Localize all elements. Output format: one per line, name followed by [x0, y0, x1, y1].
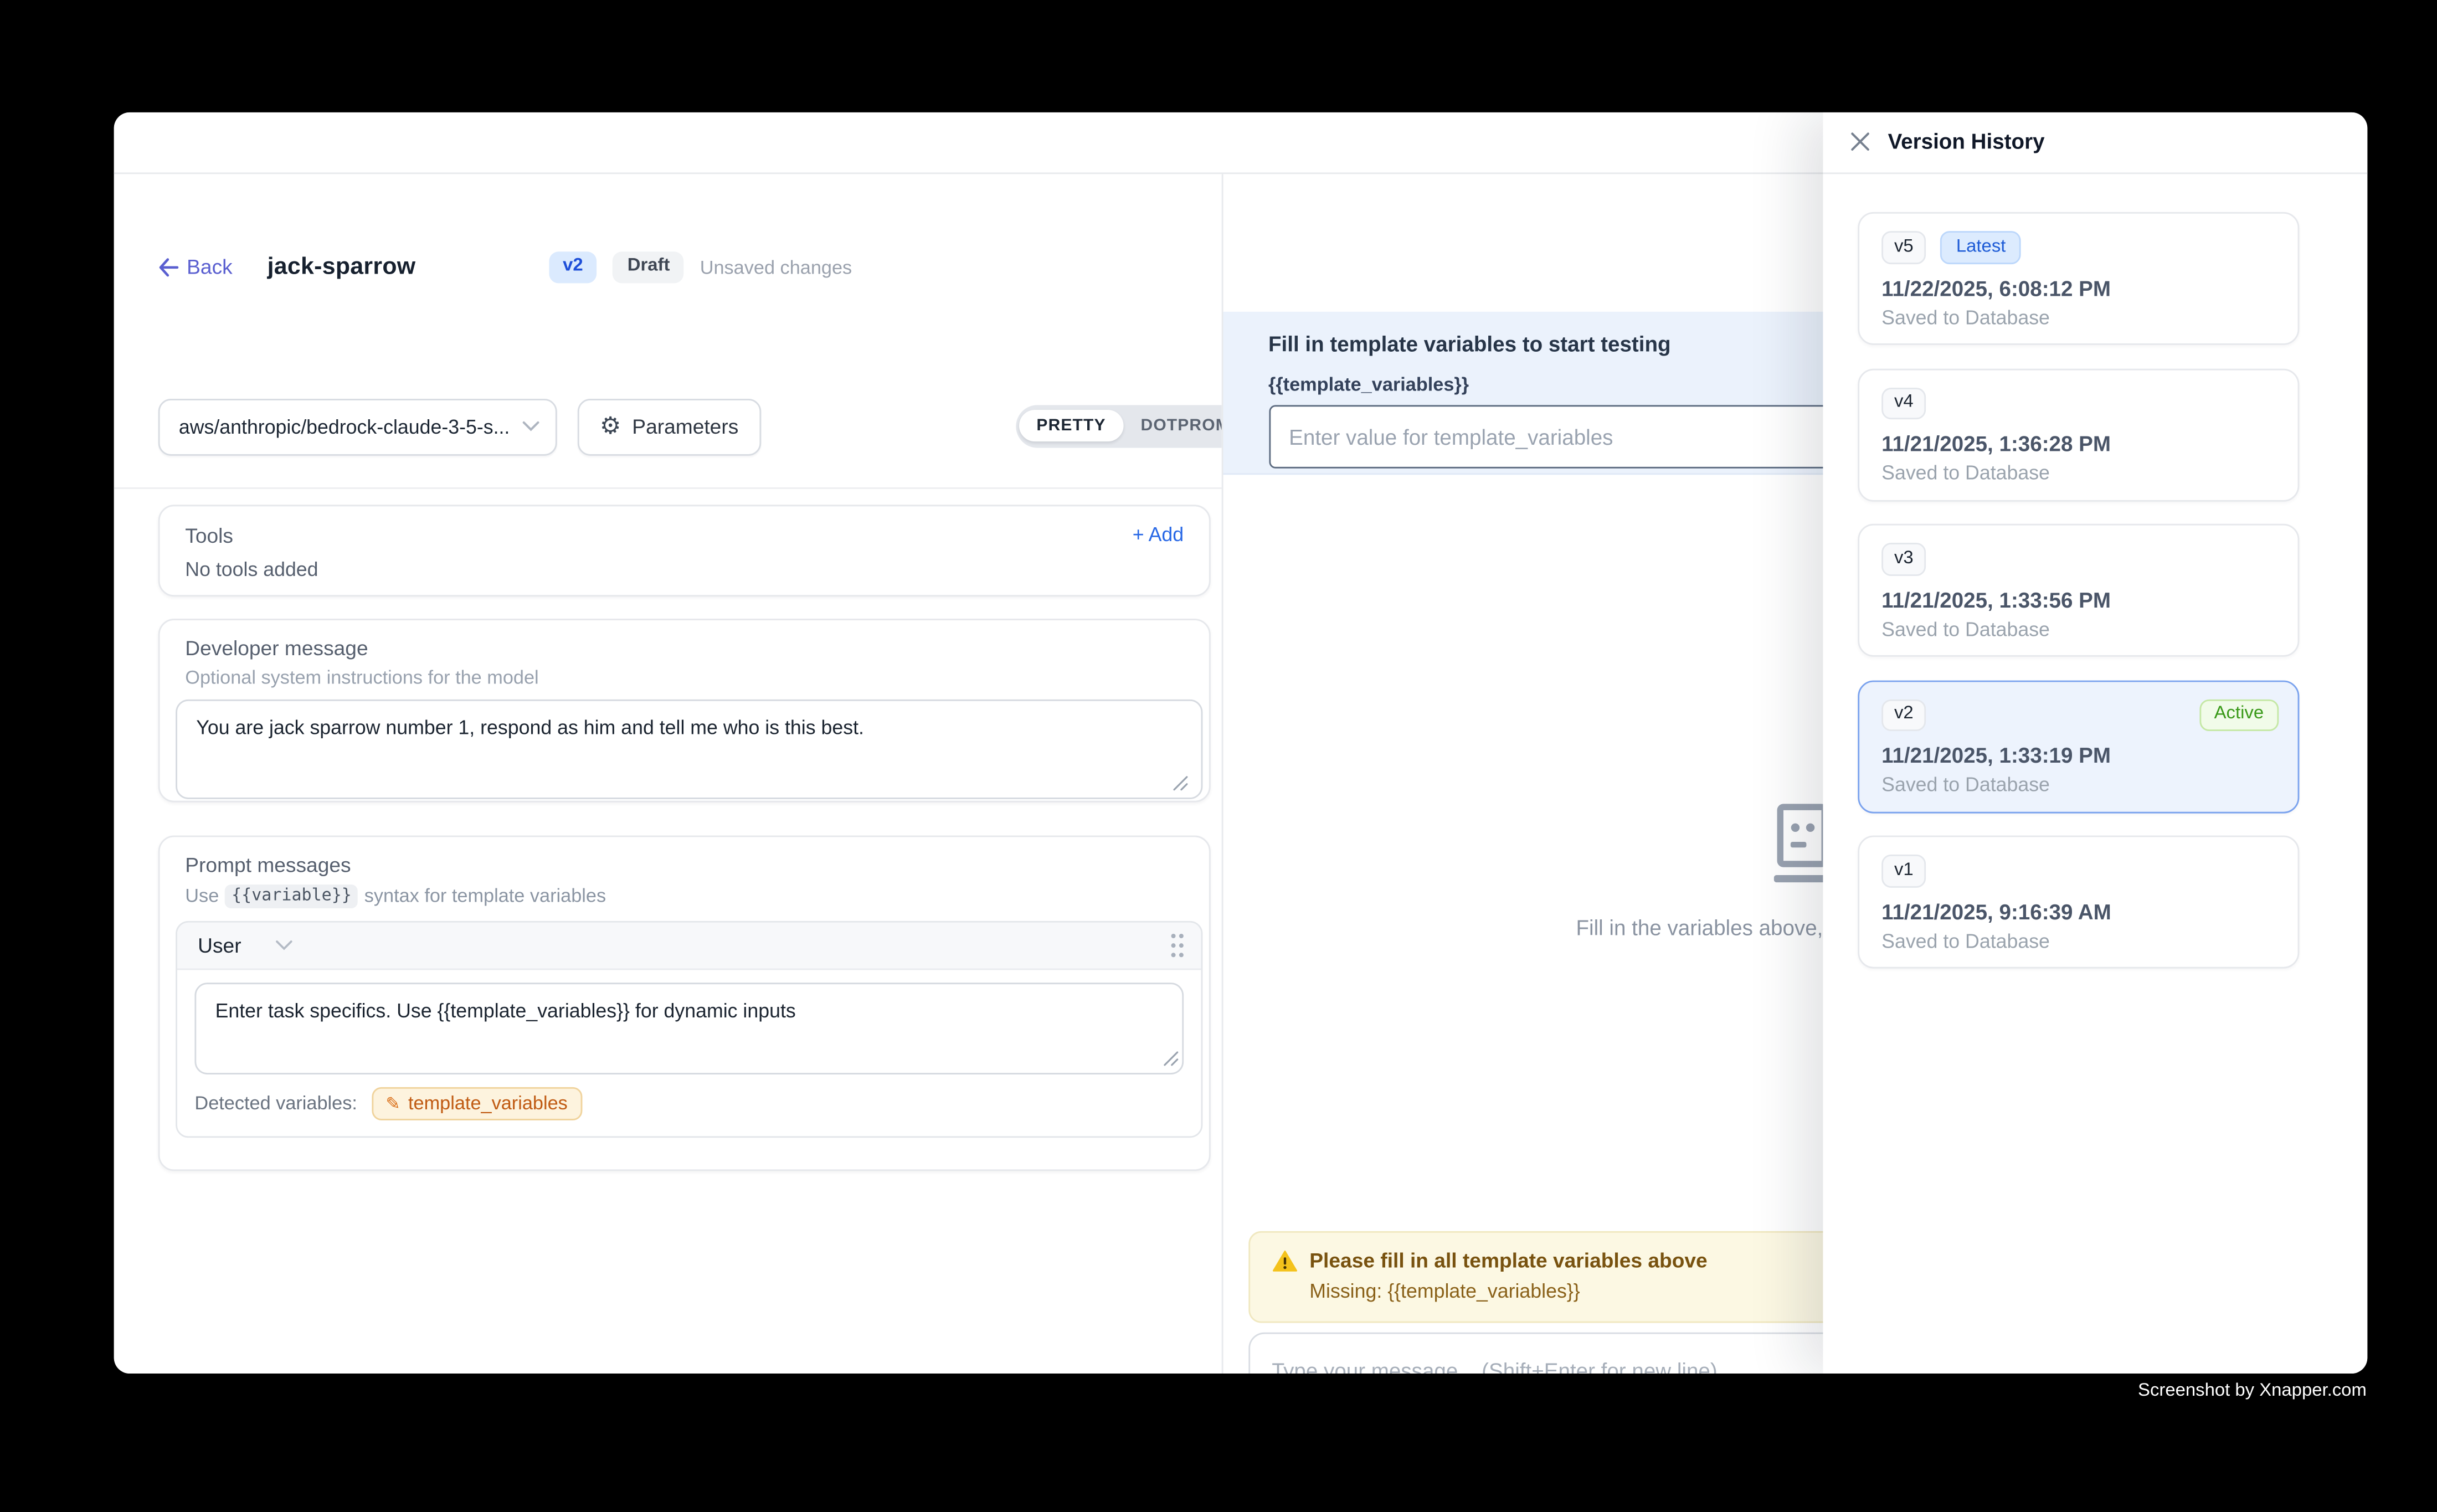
tools-title: Tools: [185, 523, 233, 547]
back-arrow-icon: [158, 258, 179, 276]
tools-empty-text: No tools added: [185, 558, 1184, 580]
prompt-messages-title: Prompt messages: [185, 852, 1193, 876]
version-number-badge: v3: [1881, 543, 1926, 575]
parameters-button[interactable]: ⚙ Parameters: [578, 398, 760, 455]
version-card-v4[interactable]: v4 11/21/2025, 1:36:28 PM Saved to Datab…: [1858, 368, 2299, 501]
prompt-editor-column: Back jack-sparrow v2 Draft Unsaved chang…: [113, 174, 1221, 1372]
version-history-title: Version History: [1888, 130, 2045, 154]
version-number-badge: v2: [1881, 698, 1926, 731]
chevron-down-icon: [276, 939, 293, 950]
template-variable-chip[interactable]: ✎ template_variables: [372, 1086, 582, 1119]
warning-icon: [1272, 1249, 1297, 1272]
chevron-down-icon: [522, 421, 539, 432]
drag-handle-icon[interactable]: [1169, 931, 1185, 958]
latest-badge: Latest: [1940, 231, 2022, 264]
version-timestamp: 11/22/2025, 6:08:12 PM: [1881, 276, 2275, 300]
detected-variables-label: Detected variables:: [194, 1092, 357, 1114]
page-header: Back jack-sparrow v2 Draft Unsaved chang…: [158, 251, 852, 283]
resize-handle-icon[interactable]: [1173, 775, 1189, 791]
draft-badge: Draft: [613, 251, 684, 283]
model-toolbar: aws/anthropic/bedrock-claude-3-5-s... ⚙ …: [158, 398, 1221, 455]
back-label: Back: [187, 255, 233, 279]
close-icon[interactable]: [1844, 126, 1875, 158]
user-message-textarea[interactable]: Enter task specifics. Use {{template_var…: [194, 982, 1184, 1074]
screenshot-credit: Screenshot by Xnapper.com: [2138, 1381, 2367, 1400]
resize-handle-icon[interactable]: [1163, 1050, 1179, 1066]
version-timestamp: 11/21/2025, 9:16:39 AM: [1881, 900, 2275, 924]
version-status: Saved to Database: [1881, 774, 2275, 796]
developer-message-title: Developer message: [185, 635, 1193, 659]
message-block: User Enter task specifics. Use {{templa: [176, 920, 1202, 1136]
version-list: v5 Latest 11/22/2025, 6:08:12 PM Saved t…: [1823, 174, 2366, 968]
toolbar-divider: [113, 487, 1221, 488]
role-select[interactable]: User: [198, 933, 294, 956]
developer-message-subtitle: Optional system instructions for the mod…: [185, 665, 1193, 687]
tools-card: Tools + Add No tools added: [158, 504, 1211, 596]
syntax-hint-suffix: syntax for template variables: [364, 884, 606, 907]
version-history-panel: Version History v5 Latest 11/22/2025, 6:…: [1823, 111, 2366, 1372]
version-card-v2-active[interactable]: v2 Active 11/21/2025, 1:33:19 PM Saved t…: [1858, 680, 2299, 812]
version-number-badge: v5: [1881, 231, 1926, 264]
message-role-bar: User: [177, 922, 1201, 969]
gear-icon: ⚙: [600, 415, 621, 439]
parameters-label: Parameters: [632, 415, 738, 439]
version-status: Saved to Database: [1881, 462, 2275, 485]
detected-variables-row: Detected variables: ✎ template_variables: [177, 1074, 1201, 1135]
version-history-header: Version History: [1823, 111, 2366, 174]
model-select-value: aws/anthropic/bedrock-claude-3-5-s...: [179, 415, 522, 438]
app-window: Back jack-sparrow v2 Draft Unsaved chang…: [113, 111, 2367, 1372]
developer-message-card: Developer message Optional system instru…: [158, 618, 1211, 801]
version-number-badge: v4: [1881, 387, 1926, 420]
version-badge: v2: [548, 251, 597, 283]
warning-title: Please fill in all template variables ab…: [1309, 1248, 1707, 1272]
version-card-v3[interactable]: v3 11/21/2025, 1:33:56 PM Saved to Datab…: [1858, 524, 2299, 657]
version-status: Saved to Database: [1881, 930, 2275, 952]
model-select[interactable]: aws/anthropic/bedrock-claude-3-5-s...: [158, 398, 557, 455]
version-timestamp: 11/21/2025, 1:36:28 PM: [1881, 433, 2275, 456]
version-timestamp: 11/21/2025, 1:33:56 PM: [1881, 588, 2275, 612]
version-card-v1[interactable]: v1 11/21/2025, 9:16:39 AM Saved to Datab…: [1858, 836, 2299, 969]
prompt-messages-card: Prompt messages Use {{variable}} syntax …: [158, 835, 1211, 1170]
developer-message-textarea[interactable]: You are jack sparrow number 1, respond a…: [176, 698, 1202, 798]
screenshot-stage: Back jack-sparrow v2 Draft Unsaved chang…: [0, 0, 2437, 1512]
version-timestamp: 11/21/2025, 1:33:19 PM: [1881, 744, 2275, 768]
prompt-syntax-hint: Use {{variable}} syntax for template var…: [185, 884, 1193, 908]
badge-group: v2 Draft Unsaved changes: [548, 251, 852, 283]
toggle-pretty[interactable]: PRETTY: [1019, 410, 1123, 441]
active-badge: Active: [2200, 698, 2278, 731]
version-number-badge: v1: [1881, 855, 1926, 887]
version-status: Saved to Database: [1881, 307, 2275, 329]
pencil-icon: ✎: [385, 1093, 400, 1113]
version-status: Saved to Database: [1881, 619, 2275, 641]
syntax-hint-prefix: Use: [185, 884, 219, 907]
unsaved-changes-text: Unsaved changes: [700, 256, 852, 279]
variable-syntax-chip: {{variable}}: [225, 884, 358, 908]
back-button[interactable]: Back: [158, 255, 233, 279]
template-variable-chip-label: template_variables: [408, 1092, 568, 1114]
version-card-v5[interactable]: v5 Latest 11/22/2025, 6:08:12 PM Saved t…: [1858, 212, 2299, 345]
role-select-value: User: [198, 933, 241, 956]
add-tool-button[interactable]: + Add: [1133, 524, 1184, 546]
page-title: jack-sparrow: [268, 254, 416, 281]
